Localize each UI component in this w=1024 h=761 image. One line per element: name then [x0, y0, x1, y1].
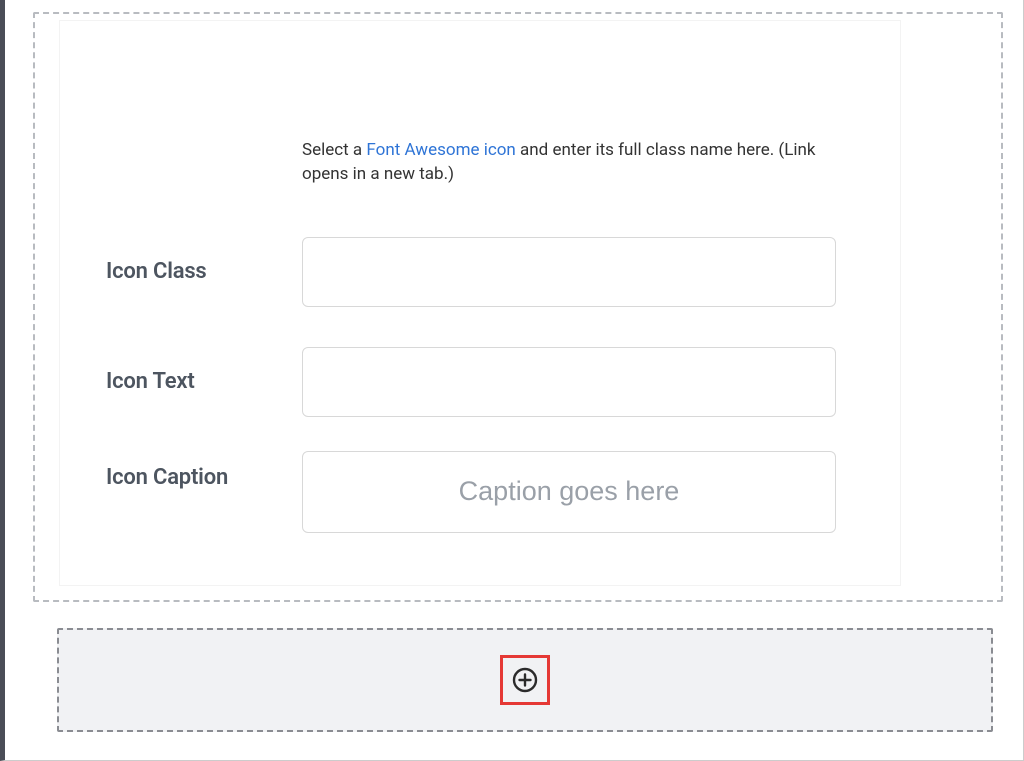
- icon-class-label: Icon Class: [60, 259, 302, 284]
- block-settings-card: Select a Font Awesome icon and enter its…: [59, 20, 901, 586]
- icon-text-input[interactable]: [302, 347, 836, 417]
- icon-caption-label: Icon Caption: [60, 451, 302, 490]
- icon-text-row: Icon Text: [60, 347, 900, 417]
- add-block-area[interactable]: [57, 628, 993, 732]
- icon-text-label: Icon Text: [60, 369, 302, 394]
- icon-class-row: Icon Class: [60, 237, 900, 307]
- editor-frame: Select a Font Awesome icon and enter its…: [0, 0, 1024, 761]
- icon-class-input[interactable]: [302, 237, 836, 307]
- icon-caption-row: Icon Caption: [60, 451, 900, 533]
- font-awesome-link[interactable]: Font Awesome icon: [366, 140, 515, 160]
- icon-caption-input[interactable]: [302, 451, 836, 533]
- block-dashed-container: Select a Font Awesome icon and enter its…: [33, 12, 1003, 602]
- help-text-prefix: Select a: [302, 140, 366, 160]
- add-block-button-highlight: [500, 655, 550, 705]
- plus-circle-icon[interactable]: [511, 666, 539, 694]
- help-text: Select a Font Awesome icon and enter its…: [302, 139, 842, 187]
